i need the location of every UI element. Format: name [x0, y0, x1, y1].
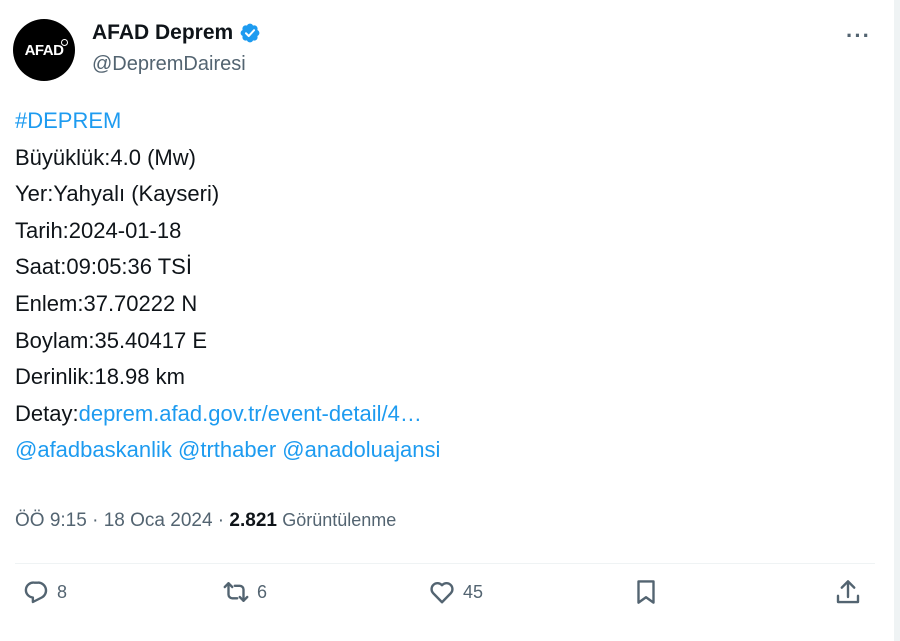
reply-button[interactable]: 8	[21, 577, 67, 607]
retweet-button[interactable]: 6	[221, 577, 267, 607]
window-edge	[894, 0, 900, 641]
reply-count: 8	[57, 581, 68, 602]
tweet-line-location: Yer:Yahyalı (Kayseri)	[15, 181, 220, 207]
tweet-line-mentions: @afadbaskanlik @trthaber @anadoluajansi	[15, 432, 440, 469]
like-button[interactable]: 45	[427, 577, 483, 607]
hashtag-link[interactable]: #DEPREM	[15, 108, 121, 133]
mention-link[interactable]: @trthaber	[178, 437, 276, 462]
tweet-line-magnitude: Büyüklük:4.0 (Mw)	[15, 144, 196, 170]
tweet-text: #DEPREM Büyüklük:4.0 (Mw) Yer:Yahyalı (K…	[15, 103, 440, 469]
meta-separator: ·	[212, 510, 230, 531]
tweet-line-depth: Derinlik:18.98 km	[15, 364, 185, 390]
share-icon	[836, 580, 860, 604]
reply-icon	[24, 581, 48, 604]
tweet-line-detail: Detay:deprem.afad.gov.tr/event-detail/4…	[15, 396, 440, 433]
tweet-line-longitude: Boylam:35.40417 E	[15, 327, 208, 353]
detail-prefix: Detay:	[15, 400, 79, 426]
more-icon[interactable]: ···	[846, 23, 871, 49]
views-label: Görüntülenme	[282, 510, 397, 530]
verified-badge-icon[interactable]	[239, 22, 261, 44]
views-count[interactable]: 2.821	[229, 510, 277, 531]
share-button[interactable]	[833, 577, 863, 607]
mention-link[interactable]: @anadoluajansi	[282, 437, 440, 462]
author-display-name[interactable]: AFAD Deprem	[92, 21, 233, 45]
like-icon	[430, 582, 454, 604]
meta-separator: ·	[86, 510, 104, 531]
bookmark-button[interactable]	[631, 577, 661, 607]
tweet-line-latitude: Enlem:37.70222 N	[15, 290, 198, 316]
bookmark-icon	[637, 580, 655, 604]
detail-link[interactable]: deprem.afad.gov.tr/event-detail/4…	[79, 401, 422, 426]
like-count: 45	[463, 581, 484, 602]
tweet-meta: ÖÖ 9:15 · 18 Oca 2024 · 2.821 Görüntülen…	[15, 510, 396, 532]
mention-link[interactable]: @afadbaskanlik	[15, 437, 172, 462]
tweet-time[interactable]: ÖÖ 9:15	[15, 510, 87, 531]
retweet-count: 6	[257, 581, 268, 602]
author-name-row: AFAD Deprem	[92, 21, 261, 45]
author-handle[interactable]: @DepremDairesi	[92, 53, 246, 76]
avatar-logo-text: AFAD	[24, 38, 69, 59]
divider	[15, 563, 875, 564]
tweet-date[interactable]: 18 Oca 2024	[104, 510, 213, 531]
tweet-line-time: Saat:09:05:36 TSİ	[15, 254, 192, 280]
action-bar: 8 6 45	[0, 577, 900, 621]
retweet-icon	[223, 582, 249, 602]
tweet-line-date: Tarih:2024-01-18	[15, 217, 182, 243]
avatar[interactable]: AFAD	[13, 19, 75, 81]
